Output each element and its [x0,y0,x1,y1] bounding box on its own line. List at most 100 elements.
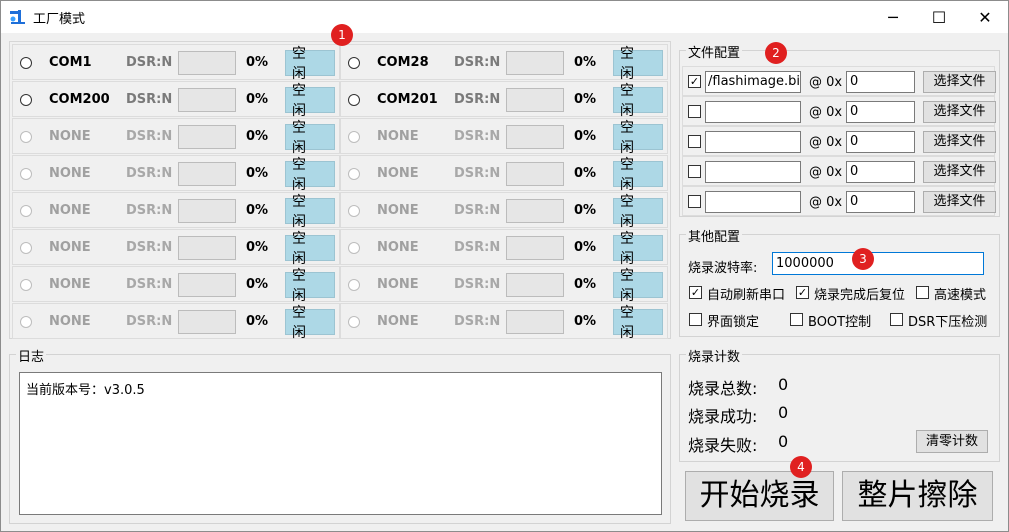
port-radio[interactable] [20,168,32,180]
port-status-button[interactable]: 空 闲 [613,231,663,267]
port-row: NONE DSR:N 0% 空 闲 NONE DSR:N 0% 空 闲 [12,192,668,230]
port-radio[interactable] [348,168,360,180]
port-status-button[interactable]: 空 闲 [285,194,335,230]
choose-file-button[interactable]: 选择文件 [923,131,996,153]
file-enable-checkbox[interactable]: ✓ [688,75,701,88]
port-status-button[interactable]: 空 闲 [285,231,335,267]
baud-label: 烧录波特率: [688,261,758,276]
address-input[interactable]: 0 [846,71,915,93]
total-value: 0 [778,375,789,394]
port-radio[interactable] [348,316,360,328]
port-radio[interactable] [348,242,360,254]
file-path-input[interactable] [705,101,801,123]
port-status-button[interactable]: 空 闲 [285,305,335,341]
progress-percent: 0% [574,314,597,329]
port-radio[interactable] [20,205,32,217]
port-radio[interactable] [348,279,360,291]
port-cell: NONE DSR:N 0% 空 闲 [12,303,340,341]
progress-bar [506,88,564,112]
port-status-button[interactable]: 空 闲 [613,157,663,193]
port-name: NONE [49,240,91,255]
dsr-status: DSR:N [126,240,173,255]
port-status-button[interactable]: 空 闲 [285,268,335,304]
port-name: NONE [377,240,419,255]
fail-label: 烧录失败: [688,436,758,455]
file-enable-checkbox[interactable] [688,105,701,118]
chip-erase-button[interactable]: 整片擦除 [842,471,993,521]
address-input[interactable]: 0 [846,131,915,153]
port-status-button[interactable]: 空 闲 [613,194,663,230]
address-input[interactable]: 0 [846,161,915,183]
log-textarea[interactable]: 当前版本号：v3.0.5 [19,372,662,515]
maximize-button[interactable]: ☐ [916,1,962,33]
high-speed-label: 高速模式 [934,288,987,303]
address-input[interactable]: 0 [846,101,915,123]
port-radio[interactable] [20,57,32,69]
boot-ctrl-checkbox[interactable] [790,313,803,326]
lock-ui-checkbox[interactable] [689,313,702,326]
choose-file-button[interactable]: 选择文件 [923,71,996,93]
port-radio[interactable] [348,94,360,106]
progress-percent: 0% [246,203,269,218]
progress-bar [178,125,236,149]
port-cell: NONE DSR:N 0% 空 闲 [12,118,340,156]
port-radio[interactable] [20,131,32,143]
reset-after-checkbox[interactable]: ✓ [796,286,809,299]
address-input[interactable]: 0 [846,191,915,213]
file-enable-checkbox[interactable] [688,135,701,148]
port-radio[interactable] [20,94,32,106]
dsr-status: DSR:N [126,203,173,218]
port-cell: NONE DSR:N 0% 空 闲 [340,229,668,267]
file-enable-checkbox[interactable] [688,195,701,208]
port-radio[interactable] [20,279,32,291]
choose-file-button[interactable]: 选择文件 [923,191,996,213]
port-status-button[interactable]: 空 闲 [613,305,663,341]
file-path-input[interactable] [705,131,801,153]
choose-file-button[interactable]: 选择文件 [923,161,996,183]
dsr-status: DSR:N [126,129,173,144]
choose-file-button[interactable]: 选择文件 [923,101,996,123]
address-prefix-label: @ 0x [809,105,843,120]
address-prefix-label: @ 0x [809,75,843,90]
clear-count-button[interactable]: 清零计数 [916,430,988,453]
auto-refresh-checkbox[interactable]: ✓ [689,286,702,299]
port-cell: NONE DSR:N 0% 空 闲 [12,155,340,193]
file-path-input[interactable] [705,191,801,213]
other-config-group: 其他配置 烧录波特率: 1000000 ✓ 自动刷新串口 ✓ 烧录完成后复位 高… [679,226,1000,337]
port-radio[interactable] [20,316,32,328]
port-radio[interactable] [348,131,360,143]
port-cell: COM200 DSR:N 0% 空 闲 [12,81,340,119]
port-status-button[interactable]: 空 闲 [613,120,663,156]
port-status-button[interactable]: 空 闲 [285,120,335,156]
port-status-button[interactable]: 空 闲 [613,268,663,304]
port-radio[interactable] [20,242,32,254]
high-speed-checkbox[interactable] [916,286,929,299]
minimize-button[interactable]: ─ [870,1,916,33]
start-burn-button[interactable]: 开始烧录 [685,471,834,521]
close-button[interactable]: ✕ [962,1,1008,33]
progress-percent: 0% [246,314,269,329]
boot-ctrl-label: BOOT控制 [808,315,872,330]
port-radio[interactable] [348,205,360,217]
file-path-input[interactable] [705,161,801,183]
dsr-status: DSR:N [454,314,501,329]
port-status-button[interactable]: 空 闲 [285,83,335,119]
dsr-detect-checkbox[interactable] [890,313,903,326]
file-path-input[interactable]: /flashimage.bin [705,71,801,93]
progress-bar [506,125,564,149]
port-cell: NONE DSR:N 0% 空 闲 [340,155,668,193]
port-cell: NONE DSR:N 0% 空 闲 [340,303,668,341]
address-prefix-label: @ 0x [809,195,843,210]
dsr-status: DSR:N [454,240,501,255]
port-status-button[interactable]: 空 闲 [613,83,663,119]
port-status-button[interactable]: 空 闲 [285,46,335,82]
port-radio[interactable] [348,57,360,69]
port-status-button[interactable]: 空 闲 [285,157,335,193]
port-status-button[interactable]: 空 闲 [613,46,663,82]
address-prefix-label: @ 0x [809,165,843,180]
port-row: COM200 DSR:N 0% 空 闲 COM201 DSR:N 0% 空 闲 [12,81,668,119]
log-title: 日志 [16,346,47,365]
file-enable-checkbox[interactable] [688,165,701,178]
progress-bar [506,310,564,334]
baud-input[interactable]: 1000000 [772,252,984,275]
